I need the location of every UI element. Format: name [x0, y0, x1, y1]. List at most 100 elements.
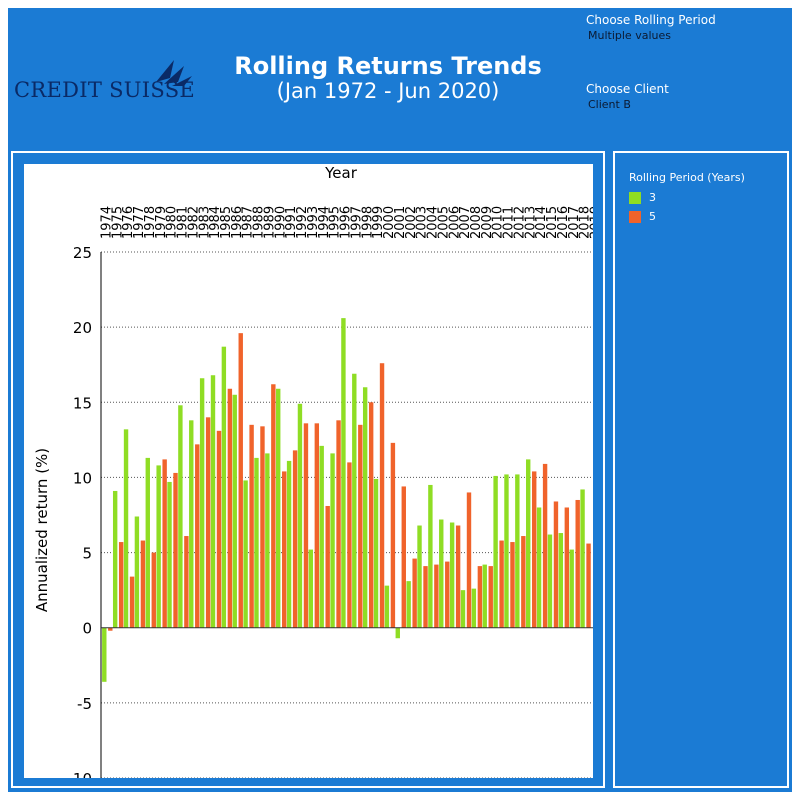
bar-3yr — [460, 590, 466, 628]
legend-label: 3 — [649, 191, 656, 204]
bar-3yr — [493, 475, 498, 628]
bar-3yr — [428, 484, 433, 628]
bar-3yr — [482, 564, 487, 628]
bar-3yr — [319, 445, 324, 628]
bar-3yr — [145, 457, 150, 628]
bar-5yr — [368, 402, 374, 628]
bar-5yr — [151, 552, 156, 628]
bar-5yr — [358, 424, 363, 628]
bar-3yr — [526, 459, 531, 628]
bar-3yr — [352, 373, 357, 628]
bar-5yr — [129, 576, 135, 628]
bar-5yr — [510, 542, 515, 628]
client-filter-label: Choose Client — [586, 82, 669, 96]
y-axis-title: Annualized return (%) — [33, 448, 51, 612]
bar-chart: Year Annualized return (%) -10 -5 0 5 10 15 20… — [33, 164, 604, 788]
chart-area: Year Annualized return (%) -10 -5 0 5 10 15 20… — [24, 164, 604, 788]
bar-5yr — [184, 536, 189, 628]
bar-5yr — [118, 542, 124, 628]
bar-3yr — [232, 394, 237, 628]
bar-3yr — [254, 457, 259, 628]
bar-3yr — [395, 627, 400, 639]
bar-3yr — [308, 549, 314, 628]
dashboard: CREDIT SUISSE Rolling Returns Trends (Ja… — [8, 8, 792, 792]
bar-5yr — [260, 426, 265, 628]
bar-5yr — [445, 561, 450, 628]
bar-3yr — [199, 378, 205, 628]
rolling-period-filter-value[interactable]: Multiple values — [588, 29, 671, 42]
y-tick-label: 5 — [82, 545, 92, 563]
legend-swatch — [629, 211, 641, 223]
bar-3yr — [265, 453, 270, 628]
bar-5yr — [488, 566, 493, 628]
bar-5yr — [227, 388, 233, 628]
bar-5yr — [238, 333, 243, 628]
bar-3yr — [243, 480, 248, 628]
bar-3yr — [221, 346, 227, 628]
bar-5yr — [553, 501, 559, 628]
bar-3yr — [569, 549, 574, 628]
bar-5yr — [586, 543, 591, 628]
bar-3yr — [536, 507, 542, 628]
bar-5yr — [532, 471, 537, 628]
x-axis-title: Year — [324, 164, 358, 182]
bar-5yr — [412, 558, 417, 628]
credit-suisse-logo: CREDIT SUISSE — [14, 56, 195, 106]
sail-logo-icon — [156, 60, 192, 86]
bar-5yr — [140, 540, 146, 628]
bar-3yr — [134, 516, 140, 628]
bar-5yr — [401, 486, 406, 628]
bar-5yr — [455, 525, 461, 628]
legend-panel: Rolling Period (Years) 3 5 — [613, 151, 789, 788]
bar-3yr — [210, 375, 216, 628]
bar-3yr — [373, 478, 379, 628]
bar-5yr — [499, 540, 504, 628]
bar-3yr — [276, 388, 281, 628]
bar-5yr — [564, 507, 570, 628]
bar-3yr — [297, 403, 303, 628]
y-tick-label: 25 — [73, 244, 92, 262]
bar-5yr — [542, 463, 548, 628]
bar-5yr — [249, 424, 254, 628]
bar-3yr — [558, 533, 564, 628]
bar-5yr — [423, 566, 428, 628]
bar-5yr — [216, 430, 222, 628]
bar-3yr — [439, 519, 444, 628]
bar-5yr — [336, 420, 341, 628]
bar-5yr — [282, 471, 287, 628]
bar-5yr — [347, 462, 352, 628]
bar-5yr — [521, 536, 526, 628]
y-tick-label: -10 — [68, 770, 93, 778]
legend-label: 5 — [649, 210, 656, 223]
bar-3yr — [547, 534, 553, 628]
y-tick-label: 20 — [73, 319, 92, 337]
bar-5yr — [390, 442, 396, 628]
bar-5yr — [379, 363, 385, 628]
bar-3yr — [178, 405, 183, 628]
bar-3yr — [286, 460, 292, 628]
y-tick-label: 0 — [82, 620, 92, 638]
bar-5yr — [162, 459, 167, 628]
bar-3yr — [112, 490, 118, 628]
bar-5yr — [325, 505, 330, 628]
bar-3yr — [515, 474, 520, 628]
bar-3yr — [504, 474, 509, 628]
bar-3yr — [362, 387, 368, 628]
bar-3yr — [406, 581, 411, 628]
legend-swatch — [629, 192, 641, 204]
y-tick-label: 15 — [73, 394, 92, 412]
bar-5yr — [466, 492, 472, 628]
bar-5yr — [195, 444, 200, 628]
bar-3yr — [417, 525, 422, 628]
bar-5yr — [575, 499, 580, 628]
client-filter-value[interactable]: Client B — [588, 98, 631, 111]
bar-5yr — [314, 423, 320, 628]
bar-5yr — [303, 423, 309, 628]
bar-3yr — [471, 588, 477, 628]
bar-3yr — [330, 453, 335, 628]
bar-5yr — [292, 450, 298, 628]
page-title: Rolling Returns Trends — [234, 52, 542, 80]
y-tick-label: -5 — [77, 695, 92, 713]
bar-5yr — [434, 564, 439, 628]
bar-3yr — [189, 420, 194, 628]
